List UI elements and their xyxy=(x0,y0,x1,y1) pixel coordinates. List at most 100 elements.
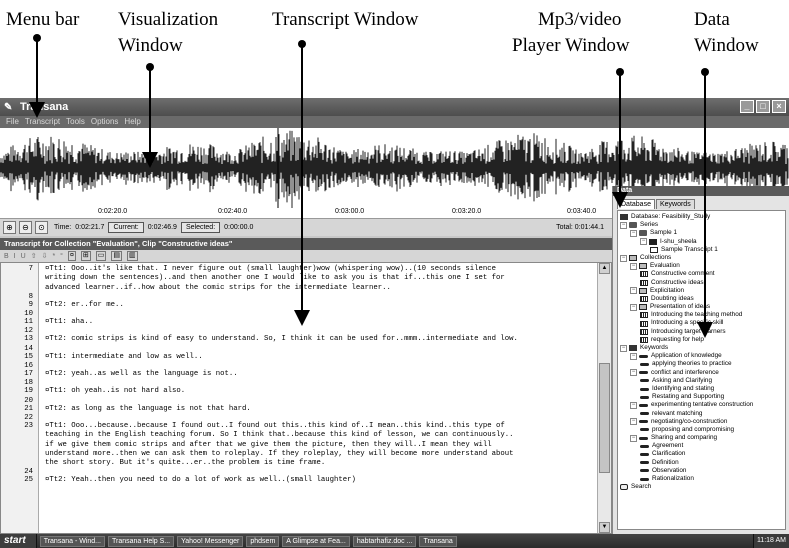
line-text[interactable]: ¤Tt2: comic strips is kind of easy to un… xyxy=(37,335,596,344)
line-text[interactable]: writing down the sentences)..and then an… xyxy=(37,274,596,283)
tree-node[interactable]: Sample Transcript 1 xyxy=(618,246,785,254)
line-text[interactable]: ¤Tt2: yeah..as well as the language is n… xyxy=(37,370,596,379)
tree-node[interactable]: Identifying and stating xyxy=(618,385,785,393)
collapse-toggle-icon[interactable]: − xyxy=(630,229,637,237)
close-button[interactable]: × xyxy=(772,100,786,113)
hide-timecode-button[interactable]: ⊞ xyxy=(80,251,91,261)
audible-breath-button[interactable]: * xyxy=(52,253,55,260)
falling-intonation-button[interactable]: ⇩ xyxy=(42,252,48,260)
collapse-toggle-icon[interactable]: − xyxy=(630,303,637,311)
collapse-toggle-icon[interactable]: − xyxy=(620,254,627,262)
scroll-up-icon[interactable]: ▲ xyxy=(599,263,610,274)
tree-node[interactable]: Introducing a specific skill xyxy=(618,319,785,327)
line-text[interactable]: ¤Tt1: oh yeah..is not hard also. xyxy=(37,387,596,396)
start-button[interactable]: start xyxy=(0,534,37,548)
line-text[interactable]: advanced learner..if..how about the comi… xyxy=(37,284,596,293)
tab-keywords[interactable]: Keywords xyxy=(655,199,695,209)
current-button[interactable]: Current: xyxy=(108,222,144,233)
task-yahoo-messenger[interactable]: Yahoo! Messenger xyxy=(177,535,244,547)
search-icon[interactable]: ▥ xyxy=(127,251,138,261)
line-text[interactable]: understand more..then we can ask them to… xyxy=(37,450,596,459)
tree-node[interactable]: − experimenting tentative construction xyxy=(618,401,785,409)
line-text[interactable] xyxy=(37,327,596,335)
minimize-button[interactable]: _ xyxy=(740,100,754,113)
tree-node[interactable]: − Application of knowledge xyxy=(618,352,785,360)
tree-node[interactable]: proposing and compromising xyxy=(618,426,785,434)
line-text[interactable]: teaching in the English teaching forum. … xyxy=(37,431,596,440)
zoom-in-icon[interactable]: ⊕ xyxy=(3,221,16,234)
collapse-toggle-icon[interactable]: − xyxy=(630,418,637,426)
transcript-scrollbar[interactable]: ▲ ▼ xyxy=(597,263,611,533)
scroll-down-icon[interactable]: ▼ xyxy=(599,522,610,533)
tree-node[interactable]: − Presentation of ideas xyxy=(618,303,785,311)
task-transana-help[interactable]: Transana Help S... xyxy=(108,535,175,547)
menu-options[interactable]: Options xyxy=(91,116,119,128)
tree-node[interactable]: − Sharing and comparing xyxy=(618,434,785,442)
line-text[interactable] xyxy=(37,379,596,387)
italic-button[interactable]: I xyxy=(14,253,16,260)
task-transana-window[interactable]: Transana - Wind... xyxy=(39,535,106,547)
line-text[interactable] xyxy=(37,397,596,405)
tree-node[interactable]: Definition xyxy=(618,459,785,467)
tree-node[interactable]: − Evaluation xyxy=(618,262,785,270)
bold-button[interactable]: B xyxy=(4,253,9,260)
scroll-thumb[interactable] xyxy=(599,363,610,473)
tree-node[interactable]: relevant matching xyxy=(618,410,785,418)
whisper-button[interactable]: ° xyxy=(60,253,63,260)
menu-transcript[interactable]: Transcript xyxy=(25,116,60,128)
line-text[interactable]: ¤Tt1: Ooo..it's like that. I never figur… xyxy=(37,265,596,274)
tree-node[interactable]: − Keywords xyxy=(618,344,785,352)
menu-tools[interactable]: Tools xyxy=(66,116,85,128)
tree-node[interactable]: Asking and Clarifying xyxy=(618,377,785,385)
collapse-toggle-icon[interactable]: − xyxy=(640,238,647,246)
line-text[interactable]: ¤Tt2: Yeah..then you need to do a lot of… xyxy=(37,476,596,485)
task-transana[interactable]: Transana xyxy=(419,535,457,547)
line-text[interactable] xyxy=(37,310,596,318)
tree-node[interactable]: − Series xyxy=(618,221,785,229)
timecode-button[interactable]: ¤ xyxy=(67,251,76,261)
collapse-toggle-icon[interactable]: − xyxy=(620,344,627,352)
collapse-toggle-icon[interactable]: − xyxy=(630,434,637,442)
collapse-toggle-icon[interactable]: − xyxy=(630,401,637,409)
tree-node[interactable]: Constructive ideas xyxy=(618,279,785,287)
tree-node[interactable]: Database: Feasibility_Study xyxy=(618,213,785,221)
tree-node[interactable]: − conflict and interference xyxy=(618,369,785,377)
tree-node[interactable]: Observation xyxy=(618,467,785,475)
menu-help[interactable]: Help xyxy=(124,116,140,128)
line-text[interactable]: ¤Tt1: intermediate and low as well.. xyxy=(37,353,596,362)
line-text[interactable] xyxy=(37,468,596,476)
line-text[interactable]: ¤Tt2: as long as the language is not tha… xyxy=(37,405,596,414)
tree-node[interactable]: − Sample 1 xyxy=(618,229,785,237)
tree-node[interactable]: − I-shu_sheela xyxy=(618,238,785,246)
underline-button[interactable]: U xyxy=(21,253,26,260)
save-icon[interactable]: ▤ xyxy=(111,251,123,261)
tree-node[interactable]: − Explicitation xyxy=(618,287,785,295)
tree-node[interactable]: Introducing the teaching method xyxy=(618,311,785,319)
tree-node[interactable]: applying theories to practice xyxy=(618,360,785,368)
tab-database[interactable]: Database xyxy=(617,199,655,209)
tree-node[interactable]: Constructive comment xyxy=(618,270,785,278)
video-icon[interactable]: ▭ xyxy=(95,251,107,261)
line-text[interactable]: if we give them comic strips and after t… xyxy=(37,441,596,450)
line-text[interactable] xyxy=(37,345,596,353)
tree-node[interactable]: Doubting ideas xyxy=(618,295,785,303)
line-text[interactable]: ¤Tt2: er..for me.. xyxy=(37,301,596,310)
line-text[interactable] xyxy=(37,414,596,422)
tree-node[interactable]: requesting for help xyxy=(618,336,785,344)
tree-node[interactable]: Introducing target learners xyxy=(618,328,785,336)
zoom-reset-icon[interactable]: ⊙ xyxy=(35,221,48,234)
line-text[interactable]: the short story. But it's quite...er..th… xyxy=(37,459,596,468)
selected-button[interactable]: Selected: xyxy=(180,222,221,233)
tree-node[interactable]: − negotiating/co-construction xyxy=(618,418,785,426)
task-glimpse-document[interactable]: A Glimpse at Fea... xyxy=(282,535,350,547)
maximize-button[interactable]: □ xyxy=(756,100,770,113)
collapse-toggle-icon[interactable]: − xyxy=(620,221,627,229)
zoom-out-icon[interactable]: ⊖ xyxy=(19,221,32,234)
task-phdsem[interactable]: phdsem xyxy=(246,535,280,547)
line-text[interactable]: ¤Tt1: aha.. xyxy=(37,318,596,327)
rising-intonation-button[interactable]: ⇧ xyxy=(31,252,37,260)
collapse-toggle-icon[interactable]: − xyxy=(630,352,637,360)
tree-node[interactable]: Search xyxy=(618,483,785,491)
tree-node[interactable]: Restating and Supporting xyxy=(618,393,785,401)
line-text[interactable] xyxy=(37,293,596,301)
